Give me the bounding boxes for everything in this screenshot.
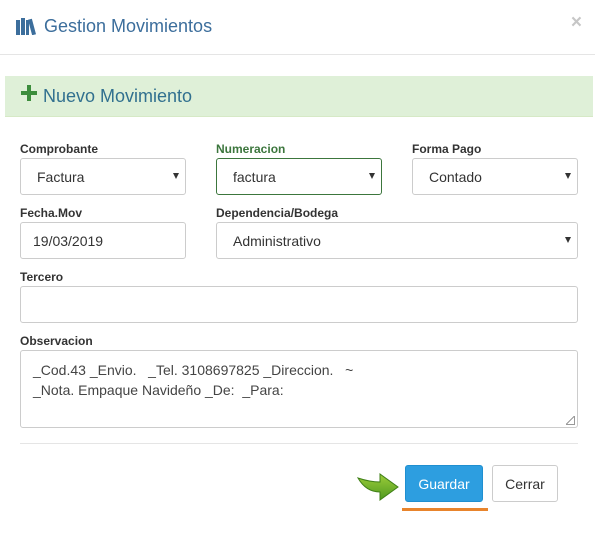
comprobante-value: Factura	[37, 168, 85, 185]
close-button[interactable]: Cerrar	[492, 465, 558, 502]
dependencia-value: Administrativo	[233, 232, 321, 249]
fecha-mov-value: 19/03/2019	[33, 232, 104, 249]
arrow-right-icon	[356, 473, 399, 501]
numeracion-label: Numeracion	[216, 142, 286, 156]
fecha-mov-input[interactable]: 19/03/2019	[20, 222, 186, 259]
chevron-down-icon	[565, 172, 571, 179]
forma-pago-select[interactable]: Contado	[412, 158, 578, 195]
observacion-line-2: _Nota. Empaque Navideño _De: _Para:	[33, 382, 284, 398]
observacion-textarea[interactable]: _Cod.43 _Envio. _Tel. 3108697825 _Direcc…	[20, 350, 578, 428]
chevron-down-icon	[565, 236, 571, 243]
observacion-line-1: _Cod.43 _Envio. _Tel. 3108697825 _Direcc…	[33, 362, 354, 378]
fecha-mov-label: Fecha.Mov	[20, 206, 83, 220]
save-highlight-underline	[402, 508, 488, 511]
tercero-label: Tercero	[20, 270, 64, 284]
numeracion-value: factura	[233, 168, 276, 185]
numeracion-select[interactable]: factura	[216, 158, 382, 195]
chevron-down-icon	[369, 172, 375, 179]
plus-icon	[21, 85, 37, 101]
observacion-label: Observacion	[20, 334, 93, 348]
forma-pago-label: Forma Pago	[412, 142, 482, 156]
save-button[interactable]: Guardar	[405, 465, 483, 502]
chevron-down-icon	[173, 172, 179, 179]
dependencia-select[interactable]: Administrativo	[216, 222, 578, 259]
books-icon	[16, 18, 37, 35]
modal-title: Gestion Movimientos	[44, 16, 213, 36]
close-icon[interactable]: ×	[571, 13, 582, 32]
comprobante-label: Comprobante	[20, 142, 98, 156]
footer-divider	[20, 443, 578, 444]
comprobante-select[interactable]: Factura	[20, 158, 186, 195]
section-title: Nuevo Movimiento	[43, 86, 193, 106]
modal-header: Gestion Movimientos ×	[0, 0, 595, 55]
dependencia-label: Dependencia/Bodega	[216, 206, 339, 220]
resize-handle[interactable]	[566, 416, 575, 425]
section-header: Nuevo Movimiento	[5, 76, 593, 117]
tercero-input[interactable]	[20, 286, 578, 323]
forma-pago-value: Contado	[429, 168, 482, 185]
